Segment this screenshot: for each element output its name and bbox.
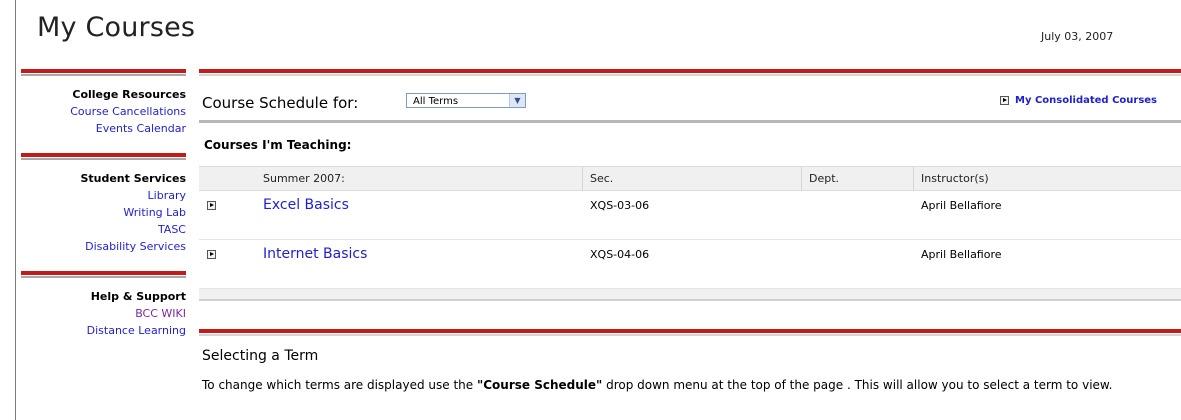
column-header-instructor: Instructor(s) xyxy=(913,167,989,190)
table-row: Internet Basics XQS-04-06 April Bellafio… xyxy=(199,240,1181,289)
section-divider xyxy=(21,271,186,275)
sidebar-heading: Student Services xyxy=(80,172,186,185)
sidebar-section-student-services: Student Services Library Writing Lab TAS… xyxy=(21,153,186,255)
help-divider-shadow xyxy=(199,334,1181,336)
section-divider xyxy=(21,153,186,157)
consolidated-courses-label: My Consolidated Courses xyxy=(1015,95,1158,106)
page-title: My Courses xyxy=(37,12,196,43)
sidebar-link-bcc-wiki[interactable]: BCC WIKI xyxy=(21,305,186,322)
table-footer xyxy=(199,289,1181,299)
column-header-term: Summer 2007: xyxy=(263,172,345,185)
sidebar-link-tasc[interactable]: TASC xyxy=(21,221,186,238)
column-header-section: Sec. xyxy=(582,167,613,190)
sidebar-link-writing-lab[interactable]: Writing Lab xyxy=(21,204,186,221)
sidebar-link-disability-services[interactable]: Disability Services xyxy=(21,238,186,255)
main-top-divider xyxy=(199,69,1181,73)
chevron-down-icon[interactable]: ▼ xyxy=(509,94,525,107)
sidebar-section-help-support: Help & Support BCC WIKI Distance Learnin… xyxy=(21,271,186,339)
sidebar-heading: College Resources xyxy=(72,88,186,101)
help-text: To change which terms are displayed use … xyxy=(202,377,1181,393)
consolidated-courses-link[interactable]: My Consolidated Courses xyxy=(1000,95,1157,106)
course-section: XQS-03-06 xyxy=(590,199,650,212)
section-divider-shadow xyxy=(21,74,186,76)
help-text-part: To change which terms are displayed use … xyxy=(202,378,477,392)
help-text-part: drop down menu at the top of the page . … xyxy=(602,378,1113,392)
help-title: Selecting a Term xyxy=(202,348,319,364)
expand-arrow-icon[interactable] xyxy=(207,250,216,259)
sidebar-link-distance-learning[interactable]: Distance Learning xyxy=(21,322,186,339)
sidebar-link-library[interactable]: Library xyxy=(21,187,186,204)
section-divider-shadow xyxy=(21,276,186,278)
sidebar-heading: Help & Support xyxy=(90,290,186,303)
section-divider-shadow xyxy=(21,158,186,160)
sidebar-section-college-resources: College Resources Course Cancellations E… xyxy=(21,69,186,137)
course-instructor: April Bellafiore xyxy=(921,248,1002,261)
sidebar: College Resources Course Cancellations E… xyxy=(21,69,186,339)
table-row: Excel Basics XQS-03-06 April Bellafiore xyxy=(199,191,1181,240)
sidebar-link-course-cancellations[interactable]: Course Cancellations xyxy=(21,103,186,120)
arrow-right-icon xyxy=(1000,95,1009,105)
column-header-dept: Dept. xyxy=(801,167,839,190)
course-instructor: April Bellafiore xyxy=(921,199,1002,212)
section-divider xyxy=(21,69,186,73)
courses-table: Summer 2007: Sec. Dept. Instructor(s) Ex… xyxy=(199,166,1181,301)
course-schedule-label: Course Schedule for: xyxy=(202,94,359,112)
help-divider xyxy=(199,329,1181,333)
table-footer-line xyxy=(199,299,1181,301)
expand-arrow-icon[interactable] xyxy=(207,201,216,210)
schedule-separator xyxy=(199,120,1181,123)
left-border-line xyxy=(15,0,16,420)
course-section: XQS-04-06 xyxy=(590,248,650,261)
term-select[interactable]: All Terms ▼ xyxy=(406,93,526,108)
course-link[interactable]: Excel Basics xyxy=(263,197,349,213)
help-text-emphasis: "Course Schedule" xyxy=(476,378,603,392)
schedule-toolbar: Course Schedule for: All Terms ▼ My Cons… xyxy=(199,76,1181,112)
course-link[interactable]: Internet Basics xyxy=(263,246,367,262)
term-select-value: All Terms xyxy=(413,96,459,107)
main-content: Course Schedule for: All Terms ▼ My Cons… xyxy=(199,69,1181,392)
table-header-row: Summer 2007: Sec. Dept. Instructor(s) xyxy=(199,166,1181,191)
current-date: July 03, 2007 xyxy=(1041,30,1114,43)
teaching-heading: Courses I'm Teaching: xyxy=(204,138,352,152)
sidebar-link-events-calendar[interactable]: Events Calendar xyxy=(21,120,186,137)
